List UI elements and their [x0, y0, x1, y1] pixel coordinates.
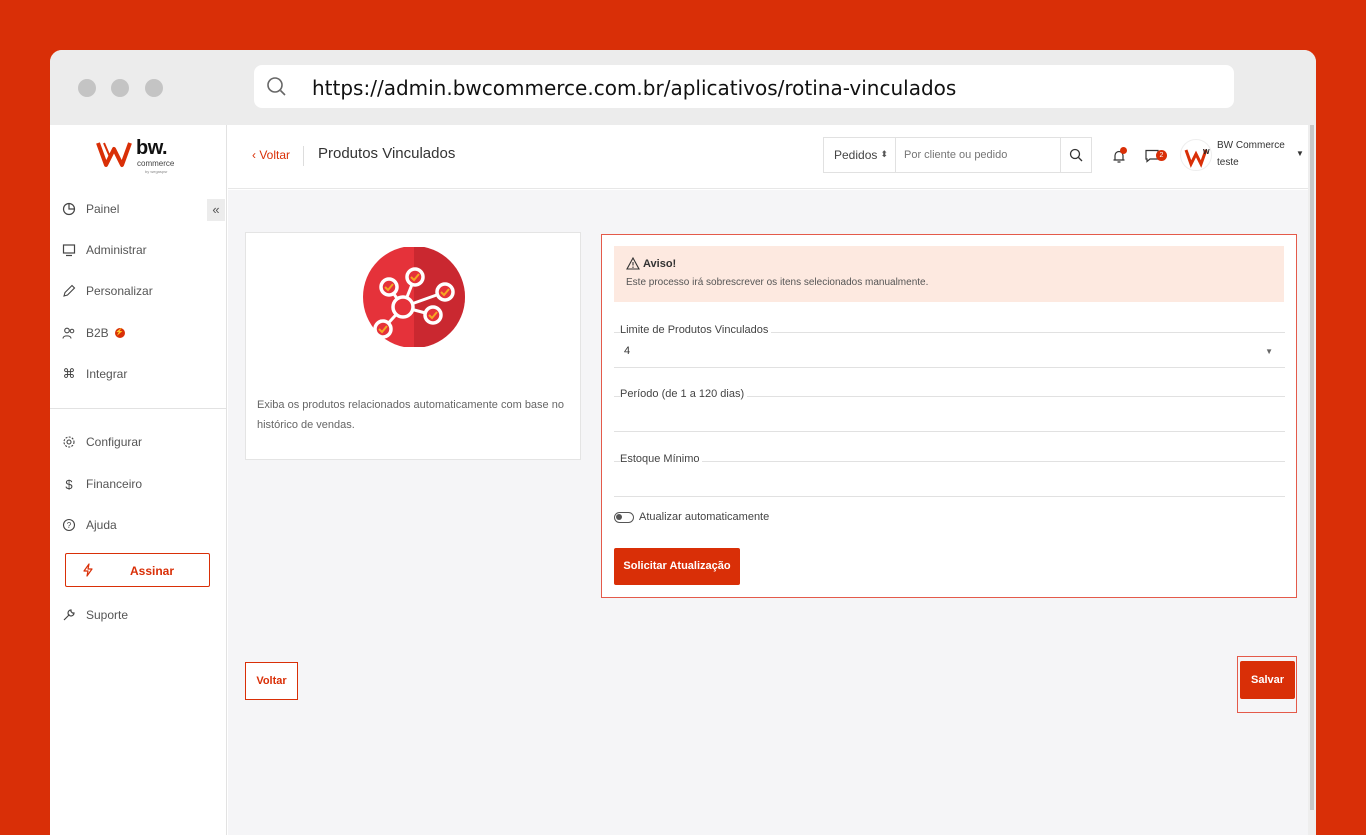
main-content: Exiba os produtos relacionados automatic… [228, 190, 1308, 835]
search-icon [1069, 148, 1083, 162]
sidebar-item-label: Ajuda [86, 518, 117, 532]
sidebar-item-label: Integrar [86, 367, 128, 381]
gear-icon [62, 435, 76, 449]
chevron-down-icon: ▼ [1265, 347, 1273, 356]
messages-button[interactable]: 2 [1145, 149, 1167, 168]
warning-alert: Aviso! Este processo irá sobrescrever os… [614, 246, 1284, 302]
user-store: teste [1217, 157, 1239, 168]
sidebar-item-label: Suporte [86, 608, 129, 622]
scrollbar-thumb[interactable] [1310, 125, 1314, 810]
chevron-down-icon[interactable]: ▼ [1296, 149, 1304, 158]
logo-sub: commerce [137, 159, 175, 168]
header-divider [303, 146, 304, 166]
pencil-icon [62, 284, 76, 298]
window-minimize-dot[interactable] [111, 79, 129, 97]
search-scope-select[interactable]: Pedidos ⬍ [823, 137, 896, 173]
svg-text:W: W [1203, 149, 1210, 156]
window-close-dot[interactable] [78, 79, 96, 97]
messages-count-badge: 2 [1156, 150, 1167, 161]
browser-chrome: https://admin.bwcommerce.com.br/aplicati… [50, 50, 1316, 125]
request-update-button[interactable]: Solicitar Atualização [614, 548, 740, 585]
sidebar-item-painel[interactable]: Painel [62, 198, 119, 220]
notification-dot [1120, 147, 1127, 154]
assinar-button[interactable]: Assinar [65, 553, 210, 587]
sidebar-item-label: Configurar [86, 435, 143, 449]
svg-text:?: ? [67, 521, 72, 530]
warning-title: Aviso! [643, 257, 677, 270]
sidebar-item-label: Administrar [86, 243, 147, 257]
header-back-link[interactable]: ‹ Voltar [252, 148, 290, 162]
warning-title-row: Aviso! [626, 257, 676, 270]
sidebar-item-label: Painel [86, 202, 120, 216]
app-description: Exiba os produtos relacionados automatic… [257, 399, 564, 431]
search-scope-value: Pedidos [834, 148, 878, 162]
logo-mark-icon [96, 142, 132, 167]
window-maximize-dot[interactable] [145, 79, 163, 97]
back-button[interactable]: Voltar [245, 662, 298, 700]
minimum-stock-label: Estoque Mínimo [620, 453, 703, 465]
notifications-button[interactable] [1112, 147, 1127, 169]
auto-update-label: Atualizar automaticamente [639, 511, 770, 523]
sidebar-item-label: B2B [86, 326, 109, 340]
monitor-icon [62, 243, 76, 257]
user-name[interactable]: BW Commerce [1217, 140, 1285, 151]
dollar-icon: $ [65, 476, 73, 492]
browser-window: https://admin.bwcommerce.com.br/aplicati… [50, 50, 1316, 835]
period-field[interactable] [614, 396, 1285, 432]
sidebar-item-label: Personalizar [86, 284, 153, 298]
search-input[interactable] [896, 137, 1061, 173]
period-label: Período (de 1 a 120 dias) [620, 388, 748, 400]
scrollbar[interactable] [1308, 125, 1316, 835]
collapse-sidebar-button[interactable]: « [207, 199, 225, 221]
wrench-icon [62, 608, 76, 622]
logo-brand: bw. [136, 137, 168, 159]
page-title: Produtos Vinculados [318, 145, 456, 162]
brand-logo[interactable]: bw. commerce by wegaspsr [96, 137, 186, 177]
sidebar-item-ajuda[interactable]: ? Ajuda [62, 514, 117, 536]
linked-products-limit-label: Limite de Produtos Vinculados [620, 324, 772, 336]
sidebar-item-financeiro[interactable]: $ Financeiro [62, 473, 142, 495]
address-url[interactable]: https://admin.bwcommerce.com.br/aplicati… [312, 76, 956, 100]
address-bar[interactable]: https://admin.bwcommerce.com.br/aplicati… [254, 65, 1234, 108]
sidebar-item-b2b[interactable]: B2B ⚡ [62, 322, 125, 344]
sidebar-divider [50, 408, 226, 409]
sort-caret-icon: ⬍ [880, 149, 888, 159]
search-button[interactable] [1061, 137, 1092, 173]
save-button[interactable]: Salvar [1240, 661, 1295, 699]
sidebar-item-label: Financeiro [86, 477, 143, 491]
minimum-stock-field[interactable] [614, 461, 1285, 497]
bolt-badge-icon: ⚡ [114, 328, 125, 338]
search-icon [266, 76, 288, 103]
top-header: ‹ Voltar Produtos Vinculados Pedidos ⬍ 2… [228, 125, 1308, 189]
linked-products-illustration-icon [363, 247, 465, 347]
logo-by: by wegaspsr [145, 169, 168, 174]
avatar[interactable]: W [1180, 139, 1212, 171]
bw-logo-icon: W [1184, 149, 1210, 168]
assinar-label: Assinar [130, 564, 175, 578]
bolt-icon [82, 563, 94, 580]
settings-form: Aviso! Este processo irá sobrescrever os… [601, 234, 1297, 598]
help-icon: ? [62, 518, 76, 532]
app-info-card: Exiba os produtos relacionados automatic… [245, 232, 581, 460]
sidebar-item-administrar[interactable]: Administrar [62, 239, 147, 261]
sidebar-item-integrar[interactable]: ⌘ Integrar [62, 363, 128, 385]
linked-products-limit-select[interactable]: 4 ▼ [614, 332, 1285, 368]
warning-text: Este processo irá sobrescrever os itens … [626, 277, 929, 288]
sidebar-item-configurar[interactable]: Configurar [62, 431, 142, 453]
command-icon: ⌘ [62, 366, 76, 381]
header-back-label: Voltar [259, 148, 291, 162]
auto-update-toggle[interactable] [614, 511, 634, 523]
sidebar: bw. commerce by wegaspsr « Painel Admini… [50, 125, 227, 835]
warning-triangle-icon [626, 257, 640, 270]
auto-update-row: Atualizar automaticamente [614, 511, 769, 523]
linked-products-limit-value: 4 [624, 345, 631, 357]
sidebar-item-suporte[interactable]: Suporte [62, 604, 128, 626]
sidebar-item-personalizar[interactable]: Personalizar [62, 280, 153, 302]
users-icon [62, 326, 76, 340]
pie-chart-icon [62, 202, 76, 216]
